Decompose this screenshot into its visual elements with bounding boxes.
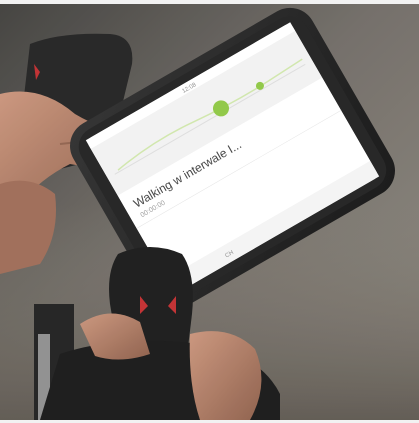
photo-scene: 12:08 Walking w interwale I... 00:00:00 … [0, 4, 419, 420]
haze-overlay [0, 4, 419, 420]
photo-frame: 12:08 Walking w interwale I... 00:00:00 … [0, 0, 419, 423]
